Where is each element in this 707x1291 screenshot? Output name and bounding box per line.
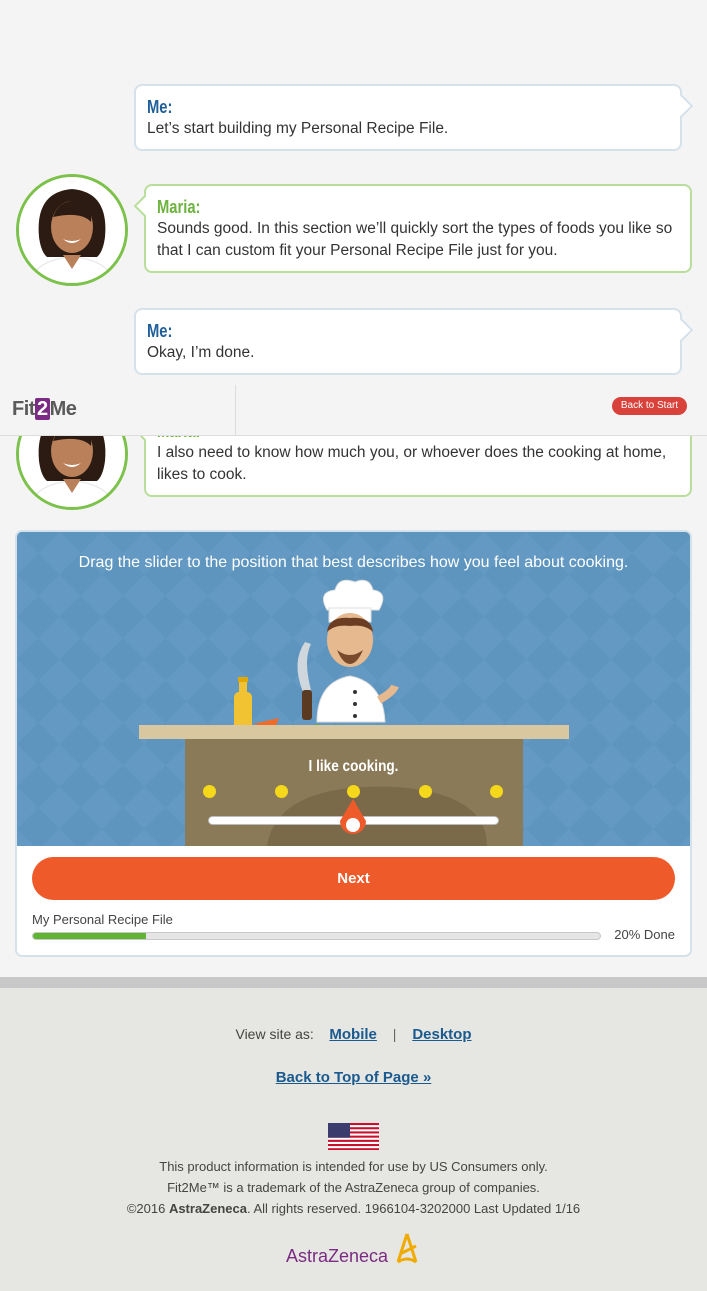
progress-label: My Personal Recipe File [32,912,173,927]
fit2me-logo[interactable]: Fit 2 Me [12,398,77,421]
footer-divider [0,977,707,988]
slider-dot-4[interactable] [419,785,432,798]
slider-dot-3[interactable] [347,785,360,798]
progress-percent: 20% Done [614,927,675,942]
slider-dot-5[interactable] [490,785,503,798]
maria-avatar [16,174,128,286]
speaker-name: Maria: [157,197,201,217]
legal-text: This product information is intended for… [126,1159,581,1216]
chat-bubble-me: Me: Okay, I’m done. [134,308,682,375]
slider-value-label: I like cooking. [308,758,399,775]
footer: View site as: Mobile | Desktop Back to T… [0,988,707,1291]
back-to-top-link[interactable]: Back to Top of Page » [0,1069,707,1086]
back-to-start-button[interactable]: Back to Start [612,397,687,415]
message-text: Let’s start building my Personal Recipe … [147,120,449,137]
speaker-name: Me: [147,97,173,117]
message-text: I also need to know how much you, or who… [157,444,667,483]
slider-handle[interactable] [338,799,368,839]
view-site-as: View site as: Mobile | Desktop [235,1026,472,1043]
slider-instruction: Drag the slider to the position that bes… [78,554,629,571]
header-divider [235,385,236,436]
us-flag-icon [328,1123,379,1150]
slider-dot-1[interactable] [203,785,216,798]
message-text: Okay, I’m done. [147,344,255,361]
progress-bar [32,932,601,940]
cooking-activity-card: Drag the slider to the position that bes… [15,530,692,957]
speaker-name: Me: [147,321,173,341]
message-text: Sounds good. In this section we’ll quick… [157,220,673,259]
astrazeneca-logo: AstraZeneca [286,1233,418,1267]
desktop-link[interactable]: Desktop [412,1026,471,1043]
top-bar: Fit 2 Me [0,385,707,436]
slider-dot-2[interactable] [275,785,288,798]
cooking-scene: Drag the slider to the position that bes… [17,532,690,846]
next-button[interactable]: Next [32,857,675,900]
mobile-link[interactable]: Mobile [329,1026,377,1043]
astrazeneca-symbol-icon [396,1233,418,1264]
progress-fill [33,933,147,939]
chat-bubble-me: Me: Let’s start building my Personal Rec… [134,84,682,151]
chat-bubble-maria: Maria: Sounds good. In this section we’l… [144,184,692,273]
